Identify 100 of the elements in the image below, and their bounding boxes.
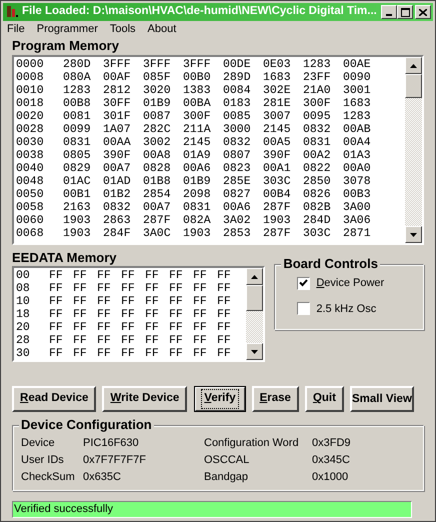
memory-word: 0832 xyxy=(303,123,332,136)
memory-byte: FF xyxy=(145,269,160,282)
minimize-button[interactable] xyxy=(381,5,397,19)
address-cell-text: 10 xyxy=(16,295,31,308)
memory-word: 30FF xyxy=(103,97,132,110)
memory-word: 00B4 xyxy=(263,188,292,201)
memory-word: 00AE xyxy=(343,58,372,71)
memory-byte: FF xyxy=(145,347,160,360)
address-cell-text: 08 xyxy=(16,282,31,295)
memory-word: 280D xyxy=(63,58,92,71)
memory-word: 1903 xyxy=(63,214,92,227)
memory-word: 2812 xyxy=(103,84,132,97)
memory-byte: FF xyxy=(169,347,184,360)
app-icon xyxy=(5,5,19,19)
memory-word: 3002 xyxy=(143,136,172,149)
memory-word: 390F xyxy=(263,149,292,162)
action-button[interactable]: Small View xyxy=(350,386,414,412)
menu-item[interactable]: Programmer xyxy=(34,20,100,38)
config-value: 0x3FD9 xyxy=(312,436,351,451)
memory-word: 00A0 xyxy=(343,162,372,175)
action-button[interactable]: Write Device xyxy=(102,386,188,412)
memory-byte: FF xyxy=(193,282,208,295)
memory-word: 082A xyxy=(183,214,212,227)
memory-word: 00A6 xyxy=(183,162,212,175)
memory-byte: FF xyxy=(73,334,88,347)
memory-word: 00BA xyxy=(183,97,212,110)
action-button[interactable]: Read Device xyxy=(12,386,96,412)
memory-word: 287F xyxy=(263,201,292,214)
memory-word: 00A1 xyxy=(263,162,292,175)
memory-word: 281E xyxy=(263,97,292,110)
config-value: 0x345C xyxy=(312,453,350,468)
memory-word: 3A00 xyxy=(343,201,372,214)
menu-item[interactable]: Tools xyxy=(108,20,138,38)
action-button[interactable]: Erase xyxy=(252,386,299,412)
memory-word: 282C xyxy=(143,123,172,136)
memory-word: 0832 xyxy=(103,201,132,214)
scrollbar[interactable] xyxy=(405,57,422,243)
memory-word: 1283 xyxy=(343,110,372,123)
memory-byte: FF xyxy=(217,295,232,308)
maximize-icon xyxy=(400,8,410,16)
address-cell-text: 18 xyxy=(16,308,31,321)
memory-word: 01A3 xyxy=(343,149,372,162)
memory-word: 285E xyxy=(223,175,252,188)
memory-byte: FF xyxy=(193,308,208,321)
maximize-button[interactable] xyxy=(397,5,413,19)
address-cell-text: 0020 xyxy=(16,110,45,123)
memory-word: 00A8 xyxy=(143,149,172,162)
checkbox-label[interactable]: Device Power xyxy=(316,275,384,292)
memory-word: 01B8 xyxy=(143,175,172,188)
menu-item[interactable]: About xyxy=(146,20,178,38)
memory-word: 0081 xyxy=(63,110,92,123)
memory-byte: FF xyxy=(145,334,160,347)
memory-word: 211A xyxy=(183,123,212,136)
memory-word: 3A06 xyxy=(343,214,372,227)
memory-word: 21A0 xyxy=(303,84,332,97)
memory-word: 2145 xyxy=(263,123,292,136)
memory-word: 00A2 xyxy=(303,149,332,162)
memory-word: 01B9 xyxy=(143,97,172,110)
memory-word: 1903 xyxy=(63,227,92,240)
address-cell-text: 28 xyxy=(16,334,31,347)
memory-byte: FF xyxy=(73,282,88,295)
action-button[interactable]: Verify xyxy=(194,386,246,412)
config-label: OSCCAL xyxy=(204,453,250,468)
memory-word: 082B xyxy=(303,201,332,214)
memory-word: 01B9 xyxy=(183,175,212,188)
scroll-thumb[interactable] xyxy=(246,285,264,311)
address-cell-text: 0028 xyxy=(16,123,45,136)
checkbox[interactable] xyxy=(297,302,310,316)
close-button[interactable] xyxy=(415,5,431,19)
memory-word: 284D xyxy=(303,214,332,227)
memory-byte: FF xyxy=(121,347,136,360)
address-cell-text: 0058 xyxy=(16,201,45,214)
memory-word: 3007 xyxy=(263,110,292,123)
menu-item[interactable]: File xyxy=(5,20,27,38)
memory-byte: FF xyxy=(169,334,184,347)
memory-word: 0095 xyxy=(303,110,332,123)
memory-word: 1383 xyxy=(183,84,212,97)
address-cell-text: 0018 xyxy=(16,97,45,110)
checkbox-label[interactable]: 2.5 kHz Osc xyxy=(316,300,376,317)
checkbox[interactable] xyxy=(297,276,310,290)
memory-word: 3000 xyxy=(223,123,252,136)
memory-word: 300F xyxy=(303,97,332,110)
memory-byte: FF xyxy=(97,282,112,295)
memory-byte: FF xyxy=(121,295,136,308)
memory-word: 23FF xyxy=(303,71,332,84)
memory-byte: FF xyxy=(217,308,232,321)
memory-word: 2871 xyxy=(343,227,372,240)
memory-word: 0827 xyxy=(223,188,252,201)
scroll-thumb[interactable] xyxy=(405,74,422,98)
address-cell-text: 0038 xyxy=(16,149,45,162)
memory-word: 01B2 xyxy=(103,188,132,201)
memory-byte: FF xyxy=(97,347,112,360)
memory-word: 1283 xyxy=(303,58,332,71)
scrollbar[interactable] xyxy=(246,268,264,360)
memory-byte: FF xyxy=(193,295,208,308)
memory-byte: FF xyxy=(49,347,64,360)
action-button[interactable]: Quit xyxy=(304,386,344,412)
memory-word: 3FFF xyxy=(183,58,212,71)
address-cell-text: 0040 xyxy=(16,162,45,175)
memory-word: 00A4 xyxy=(343,136,372,149)
